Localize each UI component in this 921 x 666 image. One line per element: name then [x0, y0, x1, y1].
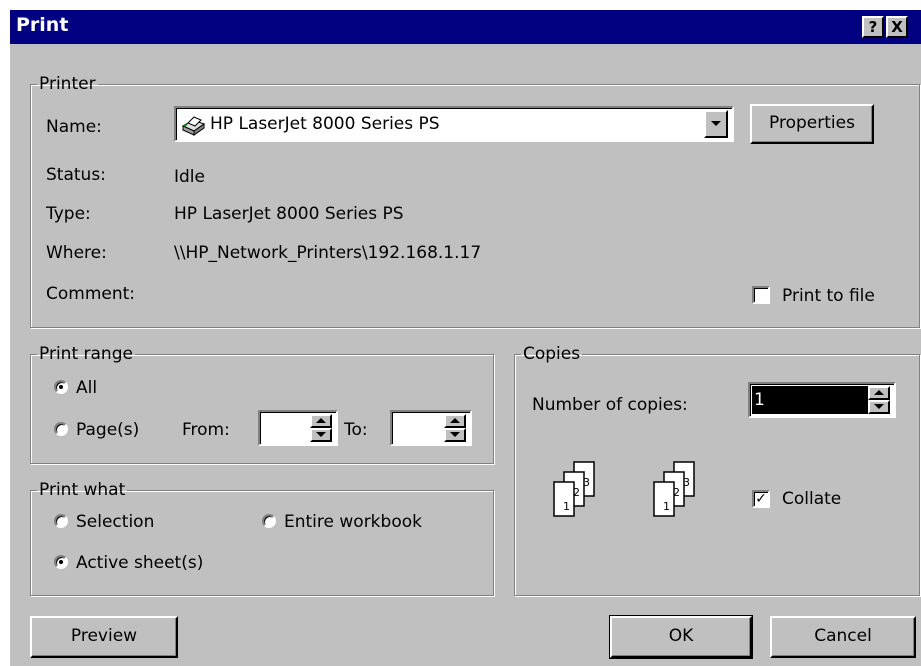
print-to-file-label[interactable]: Print to file	[782, 286, 875, 306]
ok-button-label: OK	[668, 626, 694, 646]
collate-label[interactable]: Collate	[782, 489, 841, 509]
to-spin-up[interactable]	[444, 414, 466, 428]
printer-dropdown-button[interactable]	[704, 110, 728, 138]
preview-button-label: Preview	[70, 626, 138, 646]
title-bar[interactable]: Print ? X	[10, 10, 921, 44]
arrow-down-icon	[450, 432, 460, 437]
cancel-button[interactable]: Cancel	[770, 616, 916, 658]
pages-radio-label[interactable]: Page(s)	[76, 420, 139, 440]
copies-selection-highlight	[752, 386, 868, 414]
arrow-down-icon	[874, 404, 884, 409]
from-spin-up[interactable]	[310, 414, 332, 428]
properties-button-label: Properties	[769, 113, 855, 133]
active-sheets-radio-label[interactable]: Active sheet(s)	[76, 553, 203, 573]
number-of-copies-input[interactable]: 1	[748, 382, 896, 418]
entire-workbook-radio[interactable]	[262, 514, 276, 528]
page-number-1: 1	[563, 500, 570, 513]
selection-radio[interactable]	[54, 514, 68, 528]
radio-selected-dot	[59, 560, 63, 564]
type-value: HP LaserJet 8000 Series PS	[174, 204, 404, 224]
all-radio-label[interactable]: All	[76, 378, 97, 398]
window-title: Print	[16, 14, 69, 36]
where-value: \\HP_Network_Printers\192.168.1.17	[174, 243, 482, 263]
ok-button[interactable]: OK	[609, 615, 753, 659]
print-what-group-label: Print what	[39, 480, 126, 500]
help-button[interactable]: ?	[862, 16, 884, 38]
radio-selected-dot	[59, 385, 63, 389]
from-label: From:	[182, 420, 230, 440]
number-of-copies-value: 1	[754, 390, 765, 410]
copies-group-label: Copies	[523, 344, 581, 364]
print-dialog: Print ? X Printer Name: HP LaserJet 8000…	[8, 8, 921, 666]
printer-group-label: Printer	[39, 74, 96, 94]
to-label: To:	[344, 420, 368, 440]
printer-name-value: HP LaserJet 8000 Series PS	[210, 114, 440, 134]
where-label: Where:	[46, 243, 107, 263]
active-sheets-radio[interactable]	[54, 555, 68, 569]
cancel-button-label: Cancel	[814, 626, 872, 646]
name-label-text: Name:	[46, 117, 102, 137]
collated-pages-icon: 3 2 1	[653, 461, 695, 517]
collated-pages-icon: 3 2 1	[553, 461, 595, 517]
from-spin-down[interactable]	[310, 428, 332, 442]
copies-spin-up[interactable]	[868, 386, 890, 400]
all-radio[interactable]	[54, 380, 68, 394]
arrow-down-icon	[316, 432, 326, 437]
arrow-up-icon	[450, 418, 460, 423]
close-button[interactable]: X	[886, 16, 908, 38]
type-label: Type:	[46, 204, 91, 224]
name-label: Name:	[46, 117, 102, 137]
to-input[interactable]	[390, 410, 472, 446]
pages-radio[interactable]	[54, 422, 68, 436]
page-number-1: 1	[663, 500, 670, 513]
status-label: Status:	[46, 165, 106, 185]
print-what-group: Print what	[30, 480, 494, 596]
comment-label: Comment:	[46, 284, 136, 304]
chevron-down-icon	[711, 121, 721, 126]
print-to-file-checkbox[interactable]	[752, 286, 770, 304]
printer-icon	[181, 116, 206, 136]
copies-spin-down[interactable]	[868, 400, 890, 414]
print-range-group: Print range	[30, 344, 494, 464]
selection-radio-label[interactable]: Selection	[76, 512, 154, 532]
preview-button[interactable]: Preview	[30, 616, 178, 658]
from-input[interactable]	[258, 410, 338, 446]
properties-button[interactable]: Properties	[750, 104, 874, 144]
to-spin-down[interactable]	[444, 428, 466, 442]
print-range-group-label: Print range	[39, 344, 133, 364]
collate-checkbox[interactable]: ✓	[752, 490, 770, 508]
status-value: Idle	[174, 167, 205, 187]
arrow-up-icon	[316, 418, 326, 423]
entire-workbook-radio-label[interactable]: Entire workbook	[284, 512, 422, 532]
printer-name-select[interactable]: HP LaserJet 8000 Series PS	[174, 106, 734, 142]
arrow-up-icon	[874, 390, 884, 395]
number-of-copies-label: Number of copies:	[532, 395, 688, 415]
